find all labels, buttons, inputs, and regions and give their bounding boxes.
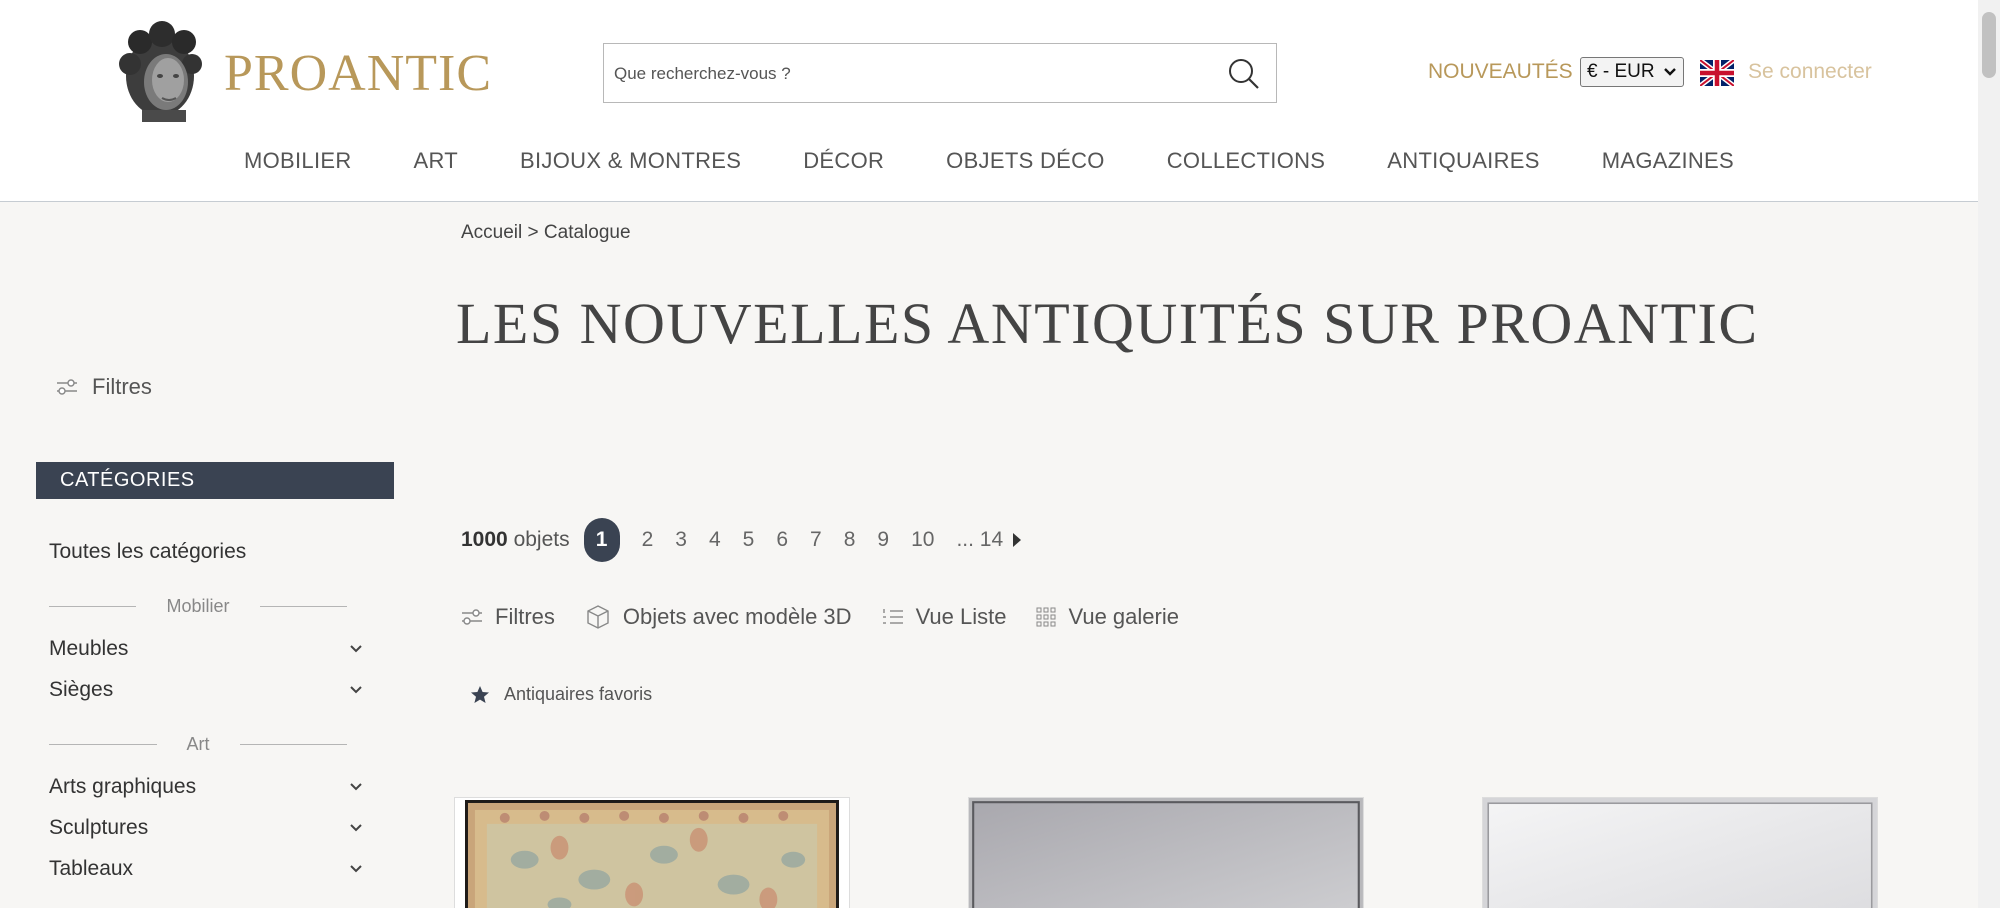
page-scrollbar[interactable]: [1978, 0, 2000, 908]
category-item-tableaux[interactable]: Tableaux: [49, 857, 363, 881]
nav-item-antiquaires[interactable]: ANTIQUAIRES: [1387, 148, 1539, 174]
category-label: Meubles: [49, 637, 129, 660]
page-link[interactable]: 2: [642, 528, 654, 552]
chevron-down-icon[interactable]: [349, 685, 363, 695]
page-link[interactable]: 9: [877, 528, 889, 552]
all-categories-link[interactable]: Toutes les catégories: [49, 540, 246, 564]
site-header: PROANTIC NOUVEAUTÉS € - EUR Se connecter…: [0, 0, 1978, 202]
page-link[interactable]: 4: [709, 528, 721, 552]
category-item-meubles[interactable]: Meubles: [49, 637, 363, 661]
filters-label: Filtres: [495, 604, 555, 629]
group-label-art: Art: [186, 734, 210, 754]
group-divider-art: Art: [49, 734, 348, 755]
chevron-down-icon: [1664, 68, 1676, 76]
objects-3d-label: Objets avec modèle 3D: [622, 604, 852, 629]
cube-3d-icon: [587, 605, 609, 629]
category-item-sieges[interactable]: Sièges: [49, 678, 363, 702]
page-link[interactable]: 5: [743, 528, 755, 552]
page-link-last[interactable]: ... 14: [956, 528, 1003, 552]
nav-item-magazines[interactable]: MAGAZINES: [1602, 148, 1734, 174]
uk-flag-icon[interactable]: [1700, 60, 1734, 86]
login-link[interactable]: Se connecter: [1748, 60, 1872, 84]
list-view-label: Vue Liste: [915, 604, 1007, 629]
group-divider-mobilier: Mobilier: [49, 596, 347, 617]
gallery-view-button[interactable]: Vue galerie: [1036, 604, 1179, 630]
next-page-arrow-icon[interactable]: [1013, 533, 1022, 547]
objects-3d-button[interactable]: Objets avec modèle 3D: [585, 604, 852, 630]
currency-select[interactable]: € - EUR: [1580, 57, 1684, 87]
chevron-down-icon[interactable]: [349, 823, 363, 833]
favorite-dealers-label: Antiquaires favoris: [504, 684, 653, 704]
nav-item-bijoux-montres[interactable]: BIJOUX & MONTRES: [520, 148, 741, 174]
category-item-arts-graphiques[interactable]: Arts graphiques: [49, 775, 363, 799]
category-item-sculptures[interactable]: Sculptures: [49, 816, 363, 840]
currency-value: € - EUR: [1587, 61, 1655, 82]
product-card[interactable]: [968, 797, 1364, 908]
category-label: Tableaux: [49, 857, 134, 880]
scrollbar-thumb[interactable]: [1982, 12, 1996, 78]
product-image-frame[interactable]: [969, 798, 1363, 908]
category-label: Sièges: [49, 678, 114, 701]
search-box[interactable]: [603, 43, 1277, 103]
group-label-mobilier: Mobilier: [166, 596, 230, 616]
star-icon: [471, 685, 489, 703]
search-icon[interactable]: [1226, 56, 1262, 92]
page-link[interactable]: 10: [911, 528, 934, 552]
search-input[interactable]: [614, 54, 1194, 94]
list-icon: [882, 609, 903, 624]
page-title: LES NOUVELLES ANTIQUITÉS SUR PROANTIC: [456, 291, 1759, 356]
filters-button[interactable]: Filtres: [461, 604, 555, 630]
favorite-dealers-button[interactable]: Antiquaires favoris: [470, 684, 652, 705]
category-label: Arts graphiques: [49, 775, 197, 798]
categories-header: CATÉGORIES: [36, 462, 394, 499]
category-label: Sculptures: [49, 816, 149, 839]
page-link[interactable]: 8: [844, 528, 856, 552]
chevron-down-icon[interactable]: [349, 782, 363, 792]
page-link[interactable]: 6: [776, 528, 788, 552]
filter-sliders-icon: [462, 609, 482, 625]
sidebar-filters-label: Filtres: [92, 374, 152, 399]
product-image-mirror[interactable]: [1483, 798, 1877, 908]
page-link[interactable]: 3: [675, 528, 687, 552]
nav-item-decor[interactable]: DÉCOR: [803, 148, 884, 174]
logo-text[interactable]: PROANTIC: [224, 44, 492, 103]
breadcrumb[interactable]: Accueil > Catalogue: [461, 222, 631, 244]
view-toolbar: Filtres Objets avec modèle 3D Vue Liste: [461, 604, 1209, 630]
nouveautes-link[interactable]: NOUVEAUTÉS: [1428, 60, 1573, 84]
main-nav: MOBILIER ART BIJOUX & MONTRES DÉCOR OBJE…: [0, 148, 1978, 174]
nav-item-mobilier[interactable]: MOBILIER: [244, 148, 352, 174]
nav-item-art[interactable]: ART: [414, 148, 459, 174]
chevron-down-icon[interactable]: [349, 864, 363, 874]
pagination: 1000 objets 1 2 3 4 5 6 7 8 9 10 ... 14: [461, 518, 1022, 562]
page-current[interactable]: 1: [583, 518, 620, 562]
filter-sliders-icon: [57, 379, 77, 395]
nav-item-collections[interactable]: COLLECTIONS: [1167, 148, 1326, 174]
gallery-view-label: Vue galerie: [1068, 604, 1179, 629]
grid-icon: [1036, 607, 1056, 627]
product-card[interactable]: [454, 797, 850, 908]
list-view-button[interactable]: Vue Liste: [882, 604, 1007, 630]
product-card[interactable]: [1482, 797, 1878, 908]
product-image-rug[interactable]: [465, 800, 839, 908]
chevron-down-icon[interactable]: [349, 644, 363, 654]
sidebar-filters-button[interactable]: Filtres: [56, 374, 152, 400]
logo-bust-icon[interactable]: [112, 20, 208, 124]
page-link[interactable]: 7: [810, 528, 822, 552]
result-count: 1000 objets: [461, 528, 570, 551]
nav-item-objets-deco[interactable]: OBJETS DÉCO: [946, 148, 1105, 174]
